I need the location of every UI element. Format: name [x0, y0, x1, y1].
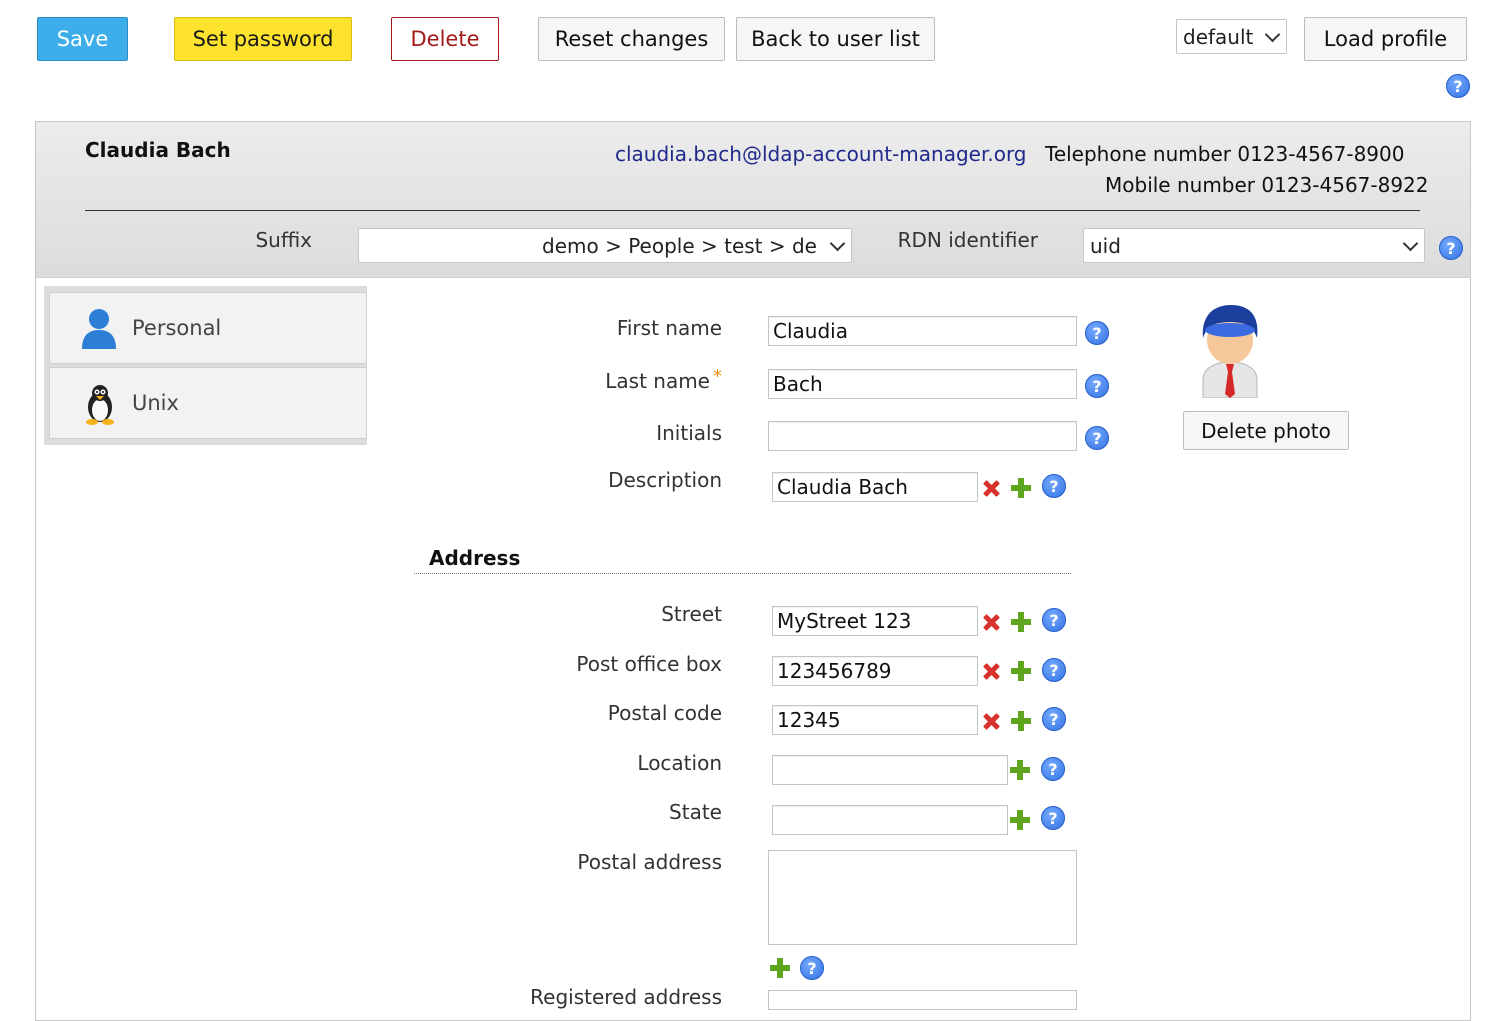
address-divider — [414, 573, 1071, 574]
first-name-label: First name — [616, 316, 722, 340]
help-icon[interactable]: ? — [1042, 707, 1066, 731]
mobile-number: Mobile number 0123-4567-8922 — [1105, 173, 1429, 197]
help-icon[interactable]: ? — [1439, 236, 1463, 260]
registered-address-label: Registered address — [530, 985, 722, 1009]
first-name-field[interactable]: Claudia — [768, 316, 1077, 346]
back-to-user-list-button[interactable]: Back to user list — [736, 17, 935, 61]
tab-unix-label: Unix — [132, 391, 179, 415]
initials-field[interactable] — [768, 421, 1077, 451]
post-office-box-label: Post office box — [576, 652, 722, 676]
help-icon[interactable]: ? — [1041, 757, 1065, 781]
rdn-label: RDN identifier — [897, 228, 1038, 252]
add-icon[interactable] — [770, 958, 790, 978]
set-password-button[interactable]: Set password — [174, 17, 352, 61]
chevron-down-icon — [1264, 26, 1281, 42]
location-label: Location — [637, 751, 722, 775]
penguin-icon — [86, 385, 114, 425]
tab-personal-label: Personal — [132, 316, 222, 340]
remove-icon[interactable] — [981, 711, 1001, 731]
reset-changes-button[interactable]: Reset changes — [538, 17, 725, 61]
save-button[interactable]: Save — [37, 17, 128, 61]
profile-select[interactable]: default — [1176, 19, 1287, 54]
suffix-select[interactable]: demo > People > test > de — [358, 228, 852, 263]
initials-label: Initials — [656, 421, 722, 445]
help-icon[interactable]: ? — [1085, 374, 1109, 398]
remove-icon[interactable] — [981, 478, 1001, 498]
help-icon[interactable]: ? — [1042, 608, 1066, 632]
help-icon[interactable]: ? — [1042, 474, 1066, 498]
telephone-number: Telephone number 0123-4567-8900 — [1045, 142, 1405, 166]
help-icon[interactable]: ? — [1085, 321, 1109, 345]
add-icon[interactable] — [1011, 478, 1031, 498]
postal-address-field[interactable] — [768, 850, 1077, 945]
address-heading: Address — [429, 546, 521, 570]
tab-unix[interactable]: Unix — [49, 367, 367, 439]
rdn-select[interactable]: uid — [1083, 228, 1425, 263]
help-icon[interactable]: ? — [1041, 806, 1065, 830]
rdn-select-value: uid — [1090, 233, 1121, 258]
help-icon[interactable]: ? — [800, 956, 824, 980]
delete-button[interactable]: Delete — [391, 17, 499, 61]
description-label: Description — [608, 468, 722, 492]
load-profile-button[interactable]: Load profile — [1304, 17, 1467, 61]
add-icon[interactable] — [1011, 661, 1031, 681]
help-icon[interactable]: ? — [1085, 426, 1109, 450]
required-marker: * — [713, 366, 722, 387]
add-icon[interactable] — [1011, 711, 1031, 731]
state-field[interactable] — [772, 805, 1008, 835]
add-icon[interactable] — [1011, 612, 1031, 632]
tab-personal[interactable]: Personal — [49, 292, 367, 364]
remove-icon[interactable] — [981, 612, 1001, 632]
postal-address-label: Postal address — [577, 850, 722, 874]
user-photo-icon — [1202, 305, 1258, 398]
last-name-field[interactable]: Bach — [768, 369, 1077, 399]
email-link[interactable]: claudia.bach@ldap-account-manager.org — [615, 142, 1027, 166]
help-icon[interactable]: ? — [1446, 74, 1470, 98]
delete-photo-button[interactable]: Delete photo — [1183, 411, 1349, 450]
post-office-box-field[interactable]: 123456789 — [772, 656, 978, 686]
last-name-label: Last name — [605, 369, 710, 393]
profile-select-value: default — [1183, 24, 1254, 49]
street-field[interactable]: MyStreet 123 — [772, 606, 978, 636]
street-label: Street — [661, 602, 722, 626]
suffix-select-value: demo > People > test > de — [542, 233, 817, 258]
remove-icon[interactable] — [981, 661, 1001, 681]
chevron-down-icon — [1402, 235, 1419, 251]
add-icon[interactable] — [1010, 810, 1030, 830]
user-icon — [82, 309, 116, 349]
postal-code-field[interactable]: 12345 — [772, 705, 978, 735]
add-icon[interactable] — [1010, 760, 1030, 780]
chevron-down-icon — [829, 235, 846, 251]
header-divider — [85, 210, 1420, 211]
location-field[interactable] — [772, 755, 1008, 785]
description-field[interactable]: Claudia Bach — [772, 472, 978, 502]
registered-address-field[interactable] — [768, 990, 1077, 1010]
help-icon[interactable]: ? — [1042, 658, 1066, 682]
postal-code-label: Postal code — [607, 701, 722, 725]
suffix-label: Suffix — [255, 228, 312, 252]
state-label: State — [669, 800, 722, 824]
account-name: Claudia Bach — [85, 138, 231, 162]
